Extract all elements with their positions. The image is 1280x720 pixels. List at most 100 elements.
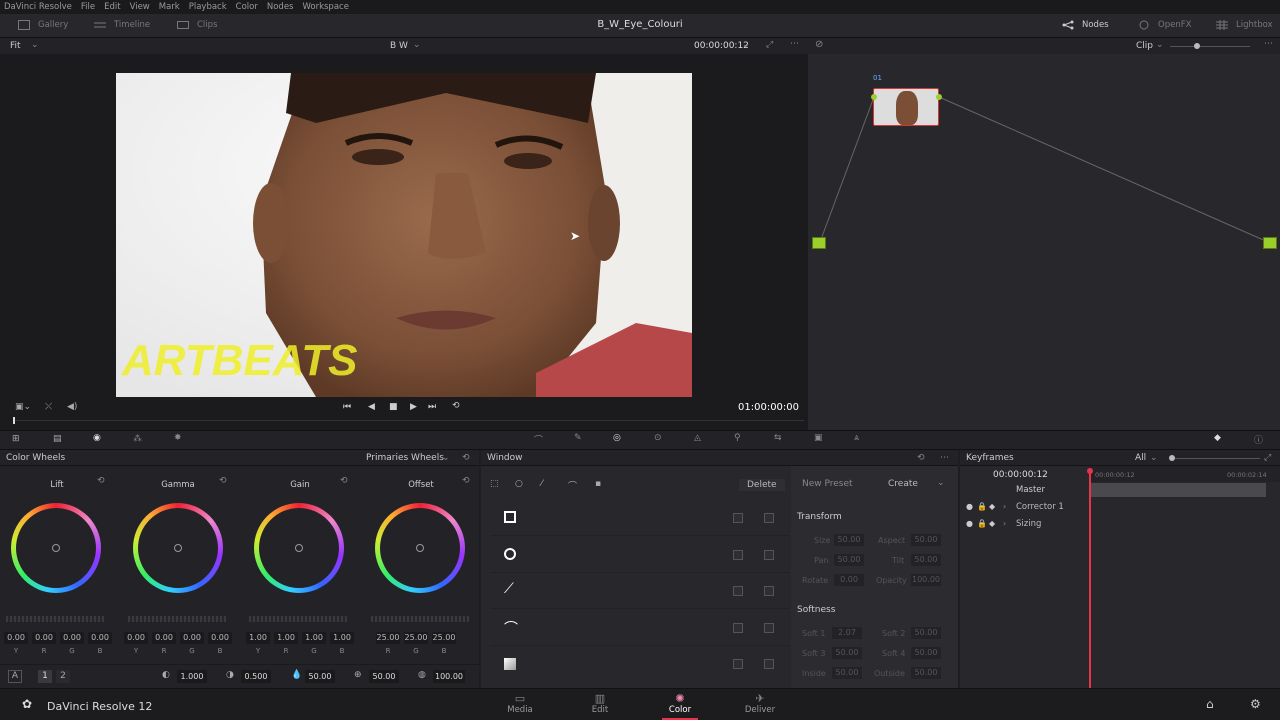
- window-row-polygon[interactable]: ⌒: [490, 610, 790, 646]
- page-2-button[interactable]: 2: [56, 670, 70, 683]
- reset-lift-icon[interactable]: ⟲: [97, 476, 105, 486]
- blur-icon[interactable]: ◬: [694, 433, 701, 443]
- add-circle-window-icon[interactable]: ○: [515, 479, 523, 489]
- aspect-value[interactable]: 50.00: [911, 534, 941, 546]
- node-01[interactable]: [873, 88, 939, 126]
- reset-gamma-icon[interactable]: ⟲: [219, 476, 227, 486]
- reset-gain-icon[interactable]: ⟲: [340, 476, 348, 486]
- more-icon[interactable]: ⋯: [940, 453, 949, 463]
- key-icon[interactable]: ⚲: [734, 433, 741, 443]
- source-input-node[interactable]: [812, 237, 826, 249]
- play-icon[interactable]: ▶: [410, 402, 417, 412]
- menu-view[interactable]: View: [130, 2, 150, 12]
- add-polygon-window-icon[interactable]: ⌒: [568, 479, 577, 492]
- expand-icon[interactable]: ⤢: [1264, 453, 1271, 463]
- menu-color[interactable]: Color: [236, 2, 258, 12]
- window-enable-toggle[interactable]: [733, 550, 743, 560]
- offset-r-value[interactable]: 25.00: [376, 632, 400, 644]
- expand-arrow-icon[interactable]: ›: [1003, 519, 1006, 528]
- add-linear-window-icon[interactable]: ⁄: [541, 479, 543, 489]
- lock-icon[interactable]: 🔒: [977, 519, 987, 528]
- window-row-linear[interactable]: ⟋: [490, 573, 790, 609]
- node-editor[interactable]: 01: [808, 54, 1280, 430]
- gain-r-value[interactable]: 1.00: [274, 632, 298, 644]
- rgb-mixer-icon[interactable]: ⁂: [133, 434, 142, 444]
- master-track-bar[interactable]: [1091, 483, 1266, 497]
- create-preset-button[interactable]: Create: [888, 479, 918, 489]
- keyframes-icon[interactable]: ◆: [1214, 433, 1221, 443]
- curves-icon[interactable]: ⌒: [534, 433, 543, 446]
- gain-g-value[interactable]: 1.00: [302, 632, 326, 644]
- lum-mix-value[interactable]: 100.00: [433, 670, 465, 683]
- contrast-value[interactable]: 1.000: [177, 670, 207, 683]
- opacity-value[interactable]: 100.00: [911, 574, 941, 586]
- window-invert-toggle[interactable]: [764, 586, 774, 596]
- reset-icon[interactable]: ⟲: [462, 453, 470, 463]
- home-icon[interactable]: ⌂: [1206, 697, 1214, 711]
- lift-y-value[interactable]: 0.00: [4, 632, 28, 644]
- chevron-down-icon[interactable]: ⌄: [413, 40, 421, 50]
- lock-icon[interactable]: 🔒: [977, 502, 987, 511]
- loop-icon[interactable]: ⤬: [45, 402, 52, 412]
- chevron-down-icon[interactable]: ⌄: [1150, 453, 1158, 463]
- gamma-g-value[interactable]: 0.00: [180, 632, 204, 644]
- soft3-value[interactable]: 50.00: [832, 647, 862, 659]
- play-reverse-icon[interactable]: ◀: [368, 402, 375, 412]
- stop-icon[interactable]: ■: [389, 402, 398, 412]
- nodes-button[interactable]: Nodes: [1062, 20, 1109, 30]
- reset-icon[interactable]: ⟲: [917, 453, 925, 463]
- offset-master-slider[interactable]: [371, 616, 469, 622]
- openfx-button[interactable]: OpenFX: [1138, 20, 1191, 30]
- gallery-button[interactable]: Gallery: [18, 20, 68, 30]
- lift-master-slider[interactable]: [6, 616, 104, 622]
- track-enable-dot[interactable]: ●: [966, 502, 973, 511]
- soft4-value[interactable]: 50.00: [911, 647, 941, 659]
- page-1-button[interactable]: 1: [38, 670, 52, 683]
- menu-playback[interactable]: Playback: [189, 2, 227, 12]
- keyframes-ruler[interactable]: 00:00:00:12 00:00:02:14: [1089, 466, 1280, 482]
- lift-g-value[interactable]: 0.00: [60, 632, 84, 644]
- menu-nodes[interactable]: Nodes: [267, 2, 294, 12]
- qualifier-icon[interactable]: ✎: [574, 433, 582, 443]
- window-invert-toggle[interactable]: [764, 513, 774, 523]
- gamma-y-value[interactable]: 0.00: [124, 632, 148, 644]
- bypass-icon[interactable]: ⊘: [815, 39, 823, 50]
- chevron-down-icon[interactable]: ⌄: [442, 453, 450, 463]
- soft2-value[interactable]: 50.00: [911, 627, 941, 639]
- expand-arrow-icon[interactable]: ›: [1003, 502, 1006, 511]
- node-mode-select[interactable]: Clip: [1136, 41, 1153, 51]
- nav-color[interactable]: ✺ Color: [650, 692, 710, 720]
- keyframes-playhead-handle[interactable]: [1087, 468, 1093, 474]
- wheels-mode-select[interactable]: Primaries Wheels: [366, 453, 444, 463]
- tilt-value[interactable]: 50.00: [911, 554, 941, 566]
- window-enable-toggle[interactable]: [733, 513, 743, 523]
- keyframes-filter-select[interactable]: All: [1135, 453, 1146, 463]
- settings-gear-icon[interactable]: ⚙: [1250, 697, 1261, 711]
- menu-app[interactable]: DaVinci Resolve: [4, 2, 72, 12]
- window-invert-toggle[interactable]: [764, 659, 774, 669]
- window-enable-toggle[interactable]: [733, 586, 743, 596]
- gain-wheel[interactable]: [254, 503, 344, 593]
- timeline-button[interactable]: Timeline: [94, 20, 150, 30]
- viewer-timecode[interactable]: 00:00:00:12: [694, 41, 749, 51]
- node-zoom-handle[interactable]: [1194, 43, 1200, 49]
- menu-edit[interactable]: Edit: [104, 2, 120, 12]
- window-invert-toggle[interactable]: [764, 550, 774, 560]
- gain-master-slider[interactable]: [249, 616, 347, 622]
- window-icon[interactable]: ◎: [613, 433, 621, 443]
- nav-media[interactable]: ▭ Media: [490, 692, 550, 715]
- chevron-down-icon[interactable]: ⌄: [937, 478, 945, 488]
- track-enable-dot[interactable]: ●: [966, 519, 973, 528]
- reset-offset-icon[interactable]: ⟲: [462, 476, 470, 486]
- go-to-end-icon[interactable]: ⏭: [428, 402, 436, 412]
- pivot-value[interactable]: 0.500: [241, 670, 271, 683]
- rotate-value[interactable]: 0.00: [834, 574, 864, 586]
- chevron-down-icon[interactable]: ⌄: [742, 40, 750, 50]
- offset-wheel[interactable]: [375, 503, 465, 593]
- outside-value[interactable]: 50.00: [911, 667, 941, 679]
- window-enable-toggle[interactable]: [733, 623, 743, 633]
- viewer-image[interactable]: ARTBEATS: [116, 73, 692, 397]
- lift-wheel[interactable]: [11, 503, 101, 593]
- scopes-icon[interactable]: ⩓: [854, 433, 859, 443]
- color-match-icon[interactable]: ▤: [53, 434, 62, 444]
